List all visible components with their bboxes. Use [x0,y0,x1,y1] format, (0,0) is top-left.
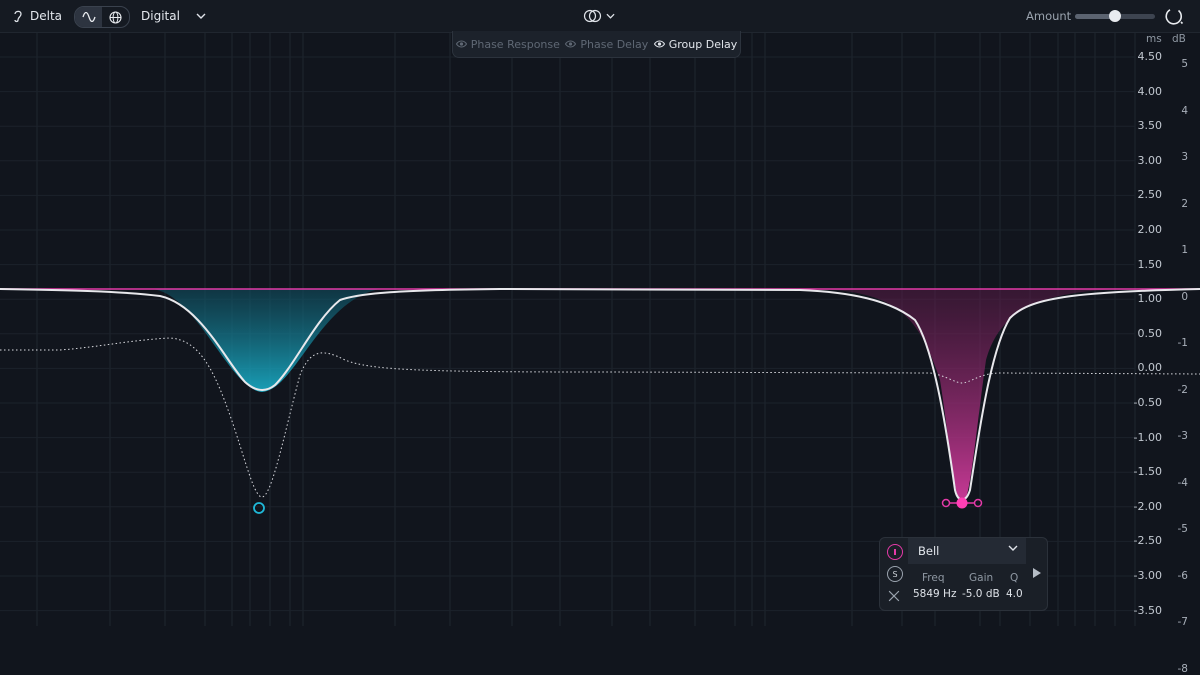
tab-label: Phase Delay [580,37,649,51]
chevron-down-icon [606,13,615,19]
ms-unit-label: ms [1146,33,1162,45]
tab-group-delay[interactable]: Group Delay [653,37,738,51]
chevron-down-icon [196,13,206,19]
db-tick-label: 0 [1181,290,1188,303]
ms-tick-label: 4.50 [1137,50,1163,63]
view-mode-segment[interactable] [74,6,130,28]
amount-slider[interactable] [1075,10,1155,22]
amount-label: Amount [1026,9,1072,23]
ms-tick-label: 2.50 [1137,188,1163,202]
filter-type-dropdown[interactable]: Bell [908,538,1026,564]
globe-button[interactable] [102,7,129,27]
db-tick-label: 3 [1181,151,1188,163]
tab-phase-delay[interactable]: Phase Delay [565,38,648,51]
ear-icon [14,10,22,23]
db-tick-label: 2 [1181,197,1188,210]
mode-label: Digital [141,9,180,23]
gain-value[interactable]: -5.0 dB [962,588,1000,600]
expand-arrow-icon[interactable] [1032,567,1042,579]
ms-tick-label: -3.50 [1133,603,1162,617]
mode-dropdown[interactable]: Digital [141,0,206,32]
ms-tick-label: 0.00 [1137,361,1163,375]
combined-eq-curve [0,287,1200,501]
band1-handle[interactable] [253,502,265,514]
stereo-link-icon [583,9,602,23]
db-tick-label: -7 [1177,616,1188,628]
db-unit-label: dB [1172,33,1186,45]
group-delay-curve [0,337,1200,498]
band-controls: S [880,538,908,610]
ms-tick-label: 2.00 [1137,223,1163,236]
chevron-down-icon [1008,545,1018,551]
tab-phase-response[interactable]: Phase Response [455,37,560,51]
stereo-mode-dropdown[interactable] [583,0,615,32]
db-tick-label: -4 [1177,476,1188,489]
db-tick-label: -5 [1177,523,1188,535]
db-tick-label: -1 [1177,337,1188,349]
toolbar: Delta Digital Amount [0,0,1200,33]
ms-tick-label: -1.50 [1133,465,1162,479]
ms-tick-label: 3.00 [1137,153,1163,167]
freq-label: Freq [922,572,945,584]
band-parameter-panel: S Bell Freq Gain Q 5849 Hz -5.0 dB 4.0 [879,537,1048,611]
display-mode-tabs: Phase Response Phase Delay Group Delay [452,31,741,58]
freq-value[interactable]: 5849 Hz [913,588,956,600]
gain-label: Gain [969,572,994,584]
q-label: Q [1010,572,1019,584]
eye-icon [653,40,665,48]
ms-tick-label: -0.50 [1133,396,1162,409]
ms-tick-label: 1.00 [1137,292,1163,306]
waveform-icon [81,12,96,22]
power-icon[interactable] [1163,5,1185,27]
db-tick-label: -3 [1177,430,1188,442]
band1-fill [150,289,380,392]
tab-label: Phase Response [470,37,560,51]
ms-tick-label: -3.00 [1133,569,1162,582]
db-tick-label: -6 [1177,569,1188,582]
close-icon[interactable] [887,589,901,603]
band-power-icon[interactable] [887,544,903,560]
ms-tick-label: 4.00 [1137,84,1163,98]
ms-tick-label: -2.50 [1133,534,1162,548]
delta-toggle[interactable]: Delta [12,0,62,32]
eye-icon [455,40,467,48]
ms-tick-label: 0.50 [1137,326,1163,340]
waveform-button[interactable] [75,7,102,27]
ms-tick-label: 1.50 [1137,257,1163,271]
db-tick-label: -8 [1177,662,1188,675]
delta-label: Delta [30,9,63,23]
ms-tick-label: -2.00 [1133,499,1162,513]
filter-type-label: Bell [918,544,940,558]
q-value[interactable]: 4.0 [1006,588,1023,600]
tab-label: Group Delay [668,37,738,51]
amount-slider-knob[interactable] [1109,10,1121,22]
db-tick-label: 1 [1181,244,1188,256]
solo-icon[interactable]: S [887,566,903,582]
eq-graph[interactable] [0,0,1200,626]
ms-tick-label: 3.50 [1137,119,1163,133]
globe-icon [109,10,122,24]
eye-icon [565,40,577,48]
db-tick-label: -2 [1177,383,1188,396]
db-tick-label: 4 [1181,104,1188,117]
ms-tick-label: -1.00 [1133,430,1162,444]
db-tick-label: 5 [1181,58,1188,70]
